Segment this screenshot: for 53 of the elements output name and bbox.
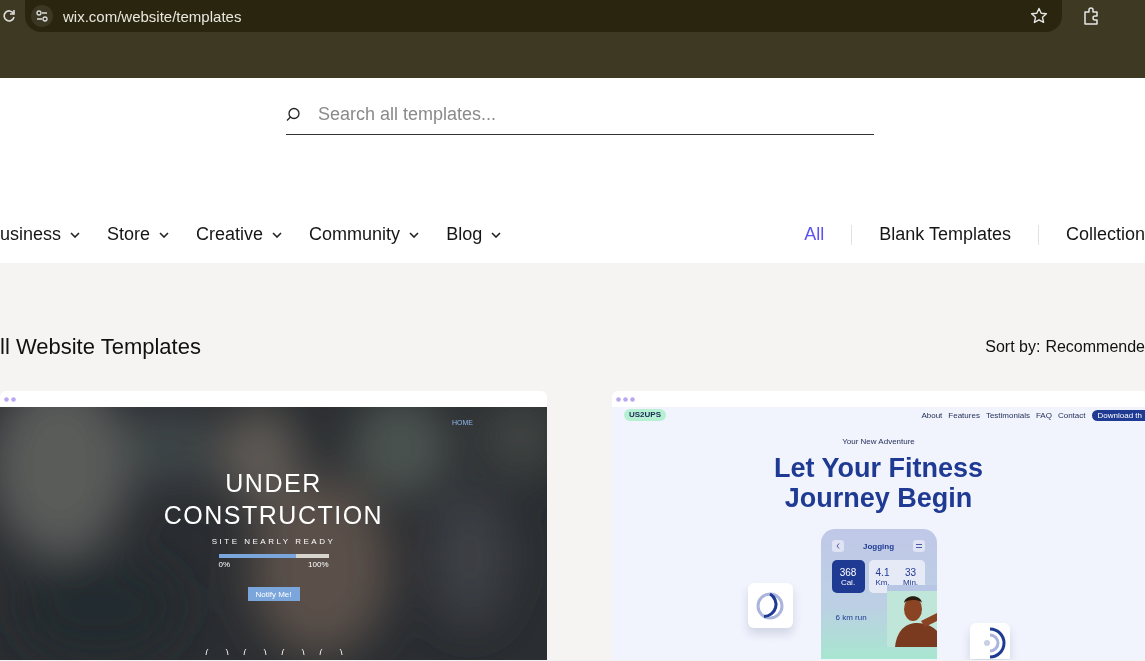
ring-chart-icon (755, 590, 785, 621)
progress-start-label: 0% (218, 560, 231, 569)
site-info-icon[interactable] (31, 5, 53, 27)
chevron-down-icon (272, 231, 283, 238)
logo: US2UPS (624, 409, 666, 421)
category-menu[interactable]: Community (309, 224, 420, 245)
search-icon (286, 106, 301, 122)
category-menu[interactable]: Blog (446, 224, 502, 245)
stat-unit: Min. (902, 577, 919, 587)
nav-link[interactable]: Contact (1057, 410, 1086, 420)
menu-icon (916, 544, 923, 548)
filter-tab[interactable]: Blank Templates (879, 224, 1011, 245)
menu-button[interactable] (913, 540, 926, 552)
chevron-down-icon (491, 231, 502, 238)
stat-unit: Cal. (840, 577, 856, 587)
nav-link[interactable]: Testimonials (985, 410, 1030, 420)
stat-value: 33 (904, 566, 917, 578)
category-menu[interactable]: Creative (196, 224, 283, 245)
stat-value: 4.1 (875, 566, 890, 578)
section-heading: ll Website Templates (0, 334, 201, 360)
filter-tab[interactable]: Collection (1065, 224, 1145, 245)
back-button[interactable] (831, 540, 844, 552)
reload-icon[interactable] (2, 9, 16, 23)
eyebrow-text: Your New Adventure (842, 437, 915, 447)
progress-end-label: 100% (308, 560, 329, 569)
window-dots-icon (4, 396, 18, 402)
star-icon[interactable] (1030, 7, 1048, 25)
subtitle: SITE NEARLY READY (211, 537, 336, 547)
search-field[interactable]: Search all templates... (318, 103, 874, 125)
stat-unit: Km. (875, 577, 890, 587)
chevron-down-icon (409, 231, 420, 238)
url-text: wix.com/website/templates (63, 7, 243, 25)
app-title: Jogging (862, 541, 895, 551)
sort-label: Sort by: (985, 338, 1041, 356)
hero-title: CONSTRUCTION (163, 500, 384, 531)
window-dots-icon (616, 396, 637, 402)
category-menu[interactable]: Store (107, 224, 170, 245)
filter-tab[interactable]: All (804, 224, 825, 245)
address-bar[interactable]: wix.com/website/templates (25, 0, 1062, 32)
download-button[interactable]: Download th (1091, 409, 1145, 421)
hero-title: UNDER (225, 468, 322, 499)
chevron-left-icon (835, 543, 840, 549)
run-note: 6 km run (835, 613, 867, 624)
nav-link[interactable]: Features (948, 410, 980, 420)
stat-value: 368 (839, 566, 857, 578)
hero-title: Journey Begin (784, 483, 973, 513)
category-menu[interactable]: usiness (0, 224, 81, 245)
sort-dropdown[interactable]: Recommende (1045, 338, 1145, 356)
hero-title: Let Your Fitness (773, 453, 983, 483)
nav-link[interactable]: FAQ (1035, 410, 1052, 420)
chevron-down-icon (159, 231, 170, 238)
nav-link[interactable]: About (921, 410, 943, 420)
chevron-down-icon (70, 231, 81, 238)
